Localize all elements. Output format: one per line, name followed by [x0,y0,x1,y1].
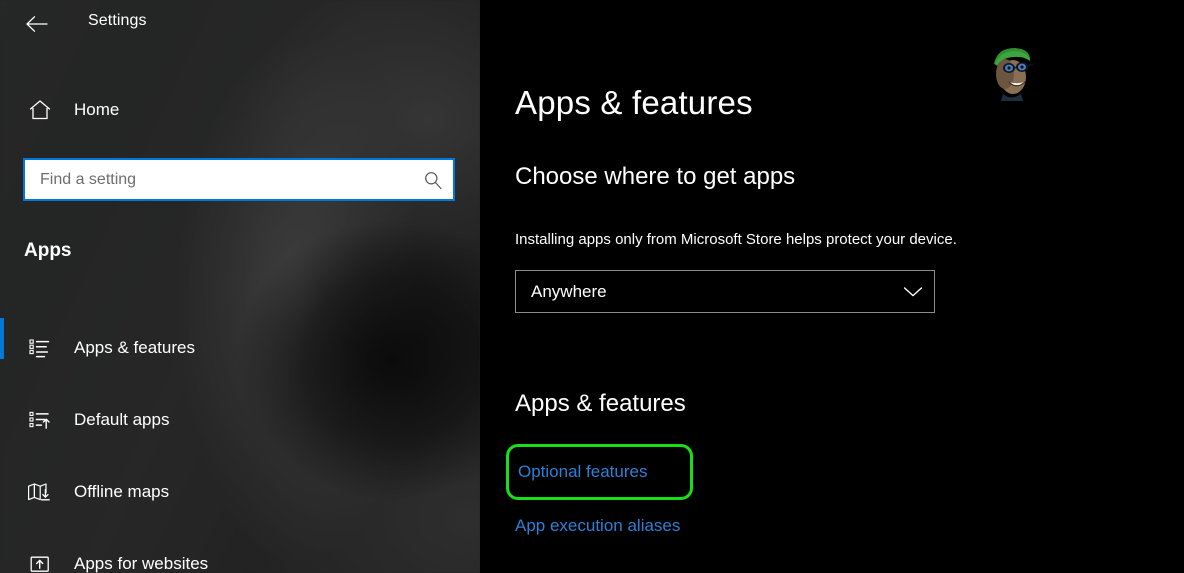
chevron-down-icon[interactable] [892,286,934,298]
sidebar-item-apps-for-websites[interactable]: Apps for websites [0,528,480,573]
optional-features-link[interactable]: Optional features [506,444,693,500]
section-title-choose-where: Choose where to get apps [515,163,796,190]
sidebar-item-offline-maps[interactable]: Offline maps [0,456,480,528]
sidebar-item-label: Apps & features [74,338,195,357]
app-title: Settings [88,12,147,29]
list-up-arrow-icon [20,409,60,431]
bulleted-list-icon [20,337,60,359]
section-description: Installing apps only from Microsoft Stor… [515,231,957,248]
app-source-dropdown[interactable]: Anywhere [515,270,935,313]
sidebar-item-label: Offline maps [74,482,170,501]
search-box[interactable] [23,158,455,201]
sidebar-item-home[interactable]: Home [0,92,480,128]
back-arrow-icon[interactable] [20,8,54,40]
search-input[interactable] [25,170,413,189]
page-title: Apps & features [515,84,753,121]
box-up-arrow-icon [20,553,60,573]
sidebar-group-title: Apps [24,240,72,261]
map-download-icon [20,481,60,503]
sidebar-item-label: Apps for websites [74,554,209,573]
app-source-dropdown-value: Anywhere [531,281,607,301]
home-icon [20,99,60,121]
cartoon-avatar-watermark [994,48,1034,101]
selection-indicator [0,318,4,359]
app-execution-aliases-link[interactable]: App execution aliases [515,516,680,536]
sidebar-nav-list: Apps & features Default apps Offline map… [0,312,480,573]
sidebar-item-default-apps[interactable]: Default apps [0,384,480,456]
title-bar: Settings [0,0,480,48]
subsection-title-apps-features: Apps & features [515,390,686,417]
optional-features-link-label: Optional features [518,462,648,481]
settings-sidebar: Settings Home Apps [0,0,480,573]
search-icon[interactable] [413,170,453,190]
sidebar-item-label: Default apps [74,410,170,429]
sidebar-item-apps-and-features[interactable]: Apps & features [0,312,480,384]
main-content-area: Apps & features Choose where to get apps… [480,0,1184,573]
sidebar-item-home-label: Home [74,100,120,119]
